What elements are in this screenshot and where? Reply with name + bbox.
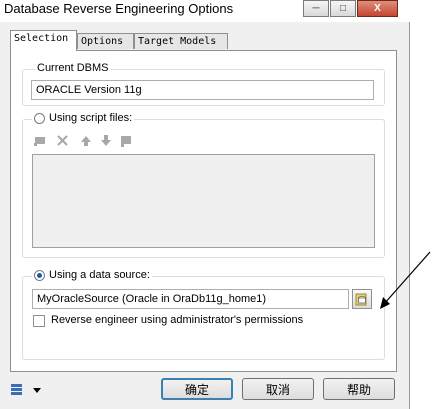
- footer-tools-button[interactable]: [10, 382, 44, 398]
- tab-target-models[interactable]: Target Models: [134, 33, 228, 49]
- data-source-radio[interactable]: [34, 269, 45, 281]
- script-files-label[interactable]: Using script files:: [49, 112, 132, 124]
- data-source-legend: Using a data source:: [32, 269, 152, 281]
- tab-options[interactable]: Options: [77, 33, 134, 49]
- script-files-radio[interactable]: [34, 112, 45, 124]
- selection-panel: Current DBMS ORACLE Version 11g Using sc…: [10, 50, 397, 372]
- title-bar[interactable]: Database Reverse Engineering Options ─ □…: [0, 0, 410, 22]
- ok-button[interactable]: 确定: [161, 378, 233, 400]
- tab-selection[interactable]: Selection: [10, 30, 77, 51]
- maximize-button[interactable]: □: [330, 0, 356, 17]
- window-title: Database Reverse Engineering Options: [4, 1, 234, 16]
- window-controls: ─ □ X: [303, 0, 399, 18]
- dropdown-arrow-icon: [33, 388, 41, 393]
- minimize-icon: ─: [312, 3, 320, 14]
- admin-permissions-checkbox[interactable]: [33, 315, 45, 327]
- minimize-button[interactable]: ─: [303, 0, 329, 17]
- current-dbms-group: Current DBMS ORACLE Version 11g: [22, 62, 385, 106]
- delete-icon[interactable]: [55, 133, 69, 147]
- data-source-group: Using a data source: MyOracleSource (Ora…: [22, 269, 385, 360]
- data-source-label[interactable]: Using a data source:: [49, 269, 150, 281]
- move-up-icon[interactable]: [79, 133, 93, 147]
- admin-permissions-label[interactable]: Reverse engineer using administrator's p…: [51, 314, 303, 326]
- current-dbms-label: Current DBMS: [35, 62, 111, 74]
- layers-icon: [11, 384, 22, 395]
- add-file-icon[interactable]: [33, 133, 47, 147]
- close-button[interactable]: X: [357, 0, 398, 17]
- reverse-engineering-dialog: Database Reverse Engineering Options ─ □…: [0, 0, 410, 409]
- connect-datasource-icon: [355, 293, 367, 306]
- move-bottom-icon[interactable]: [119, 133, 133, 147]
- script-files-toolbar: [33, 133, 153, 147]
- browse-datasource-button[interactable]: [352, 289, 372, 309]
- maximize-icon: □: [339, 3, 347, 14]
- move-down-icon[interactable]: [99, 133, 113, 147]
- data-source-field[interactable]: MyOracleSource (Oracle in OraDb11g_home1…: [32, 289, 349, 309]
- cancel-button[interactable]: 取消: [242, 378, 314, 400]
- help-button[interactable]: 帮助: [323, 378, 395, 400]
- script-files-group: Using script files:: [22, 112, 385, 258]
- script-files-list[interactable]: [32, 154, 375, 248]
- close-icon: X: [374, 3, 381, 14]
- current-dbms-field: ORACLE Version 11g: [31, 80, 374, 100]
- annotation-arrow: [380, 251, 431, 309]
- script-files-legend: Using script files:: [32, 112, 135, 124]
